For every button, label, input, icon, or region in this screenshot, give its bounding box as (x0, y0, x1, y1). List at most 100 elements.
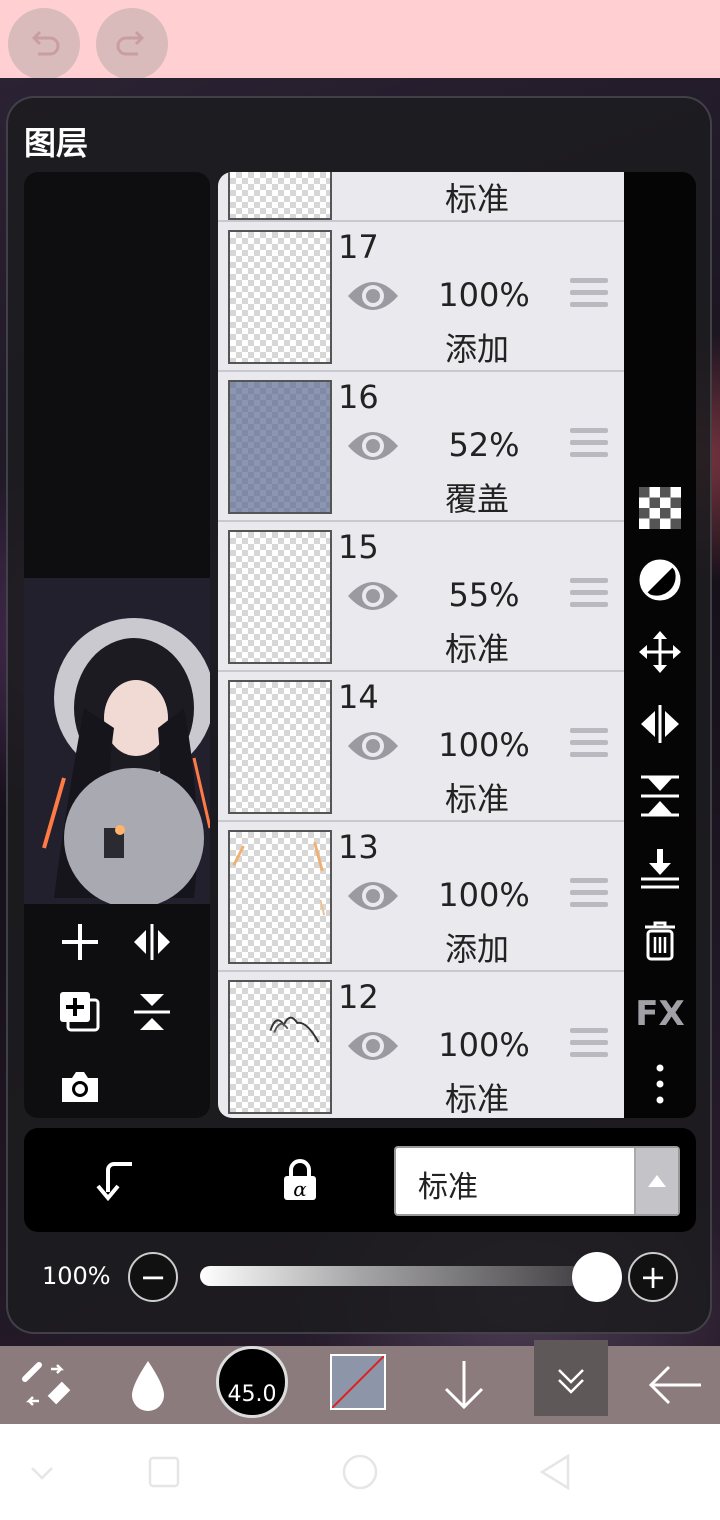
color-swatch-icon (331, 1355, 385, 1409)
layer-number: 12 (338, 978, 379, 1016)
more-vertical-icon (656, 1064, 664, 1104)
layer-row[interactable]: 13 100% 添加 (218, 822, 624, 972)
opacity-decrease-button[interactable]: − (128, 1252, 178, 1302)
canvas-preview[interactable] (24, 578, 210, 904)
layer-row[interactable]: 12 100% 标准 (218, 972, 624, 1118)
flip-vertical-icon (641, 775, 679, 817)
fx-button[interactable]: FX (634, 988, 686, 1040)
layer-row[interactable]: 标准 (218, 172, 624, 222)
eye-icon[interactable] (346, 574, 400, 618)
nav-back-icon[interactable] (536, 1452, 576, 1492)
layer-opacity: 100% (438, 876, 530, 914)
plus-icon: + (639, 1258, 667, 1296)
drag-handle-icon[interactable] (570, 578, 608, 614)
layer-left-tools (24, 904, 210, 1118)
back-button[interactable] (640, 1346, 710, 1424)
nav-collapse-icon[interactable] (22, 1452, 62, 1492)
drag-handle-icon[interactable] (570, 278, 608, 314)
opacity-increase-button[interactable]: + (628, 1252, 678, 1302)
merge-down-button[interactable] (634, 842, 686, 894)
camera-icon (62, 1072, 98, 1102)
layer-blend-mode: 标准 (444, 180, 509, 218)
layer-opacity: 52% (448, 426, 520, 464)
layer-number: 16 (338, 378, 379, 416)
clip-to-layer-button[interactable] (88, 1152, 144, 1208)
blend-mode-value: 标准 (418, 1170, 478, 1205)
layer-opacity: 100% (438, 1026, 530, 1064)
arrow-left-icon (648, 1365, 701, 1405)
nav-recents-icon[interactable] (144, 1452, 184, 1492)
brush-eraser-toggle[interactable] (10, 1346, 80, 1424)
eye-icon[interactable] (346, 424, 400, 468)
drag-handle-icon[interactable] (570, 878, 608, 914)
duplicate-icon (60, 992, 100, 1032)
layer-blend-mode: 添加 (444, 930, 509, 968)
layer-thumbnail (228, 980, 332, 1114)
drag-handle-icon[interactable] (570, 728, 608, 764)
color-picker-button[interactable] (118, 1346, 178, 1424)
alpha-lock-icon: α (284, 1159, 316, 1201)
transparency-button[interactable] (634, 482, 686, 534)
panel-title: 图层 (24, 124, 89, 162)
add-layer-button[interactable] (52, 914, 108, 970)
duplicate-layer-button[interactable] (52, 984, 108, 1040)
expand-panel-button[interactable] (534, 1340, 608, 1416)
undo-button[interactable] (8, 8, 80, 80)
primary-color-swatch[interactable] (330, 1354, 386, 1410)
dropdown-arrow-icon[interactable] (634, 1148, 678, 1214)
layer-thumbnail (228, 680, 332, 814)
fx-label: FX (635, 994, 685, 1034)
arrow-down-icon (444, 1361, 484, 1410)
layer-row[interactable]: 16 52% 覆盖 (218, 372, 624, 522)
svg-text:α: α (293, 1177, 307, 1201)
move-layer-button[interactable] (634, 626, 686, 678)
layer-list[interactable]: 标准 17 100% 添加 16 52% 覆盖 15 55% 标准 14 100… (218, 172, 624, 1118)
layer-row[interactable]: 15 55% 标准 (218, 522, 624, 672)
layer-thumbnail (228, 380, 332, 514)
brush-size-value: 45.0 (227, 1382, 277, 1407)
eye-icon[interactable] (346, 1024, 400, 1068)
eye-icon[interactable] (346, 874, 400, 918)
alpha-lock-button[interactable]: α (272, 1152, 328, 1208)
plus-icon (62, 924, 98, 960)
camera-button[interactable] (52, 1058, 108, 1114)
layer-number: 13 (338, 828, 379, 866)
flip-vertical-button[interactable] (124, 984, 180, 1040)
flip-layer-vertical-button[interactable] (634, 770, 686, 822)
delete-layer-button[interactable] (634, 914, 686, 966)
undo-icon (31, 30, 60, 56)
minus-icon: − (139, 1258, 167, 1296)
nav-home-icon[interactable] (340, 1452, 380, 1492)
brush-size-button[interactable]: 45.0 (216, 1346, 288, 1418)
layer-thumbnail (228, 230, 332, 364)
flip-layer-horizontal-button[interactable] (634, 698, 686, 750)
stroke-preview (232, 841, 326, 916)
opacity-slider-thumb[interactable] (572, 1252, 622, 1302)
clip-arrow-icon (96, 1162, 132, 1202)
opacity-slider-track[interactable] (200, 1266, 600, 1286)
trash-icon (645, 921, 675, 961)
layer-blend-mode: 覆盖 (444, 480, 509, 518)
layer-row[interactable]: 14 100% 标准 (218, 672, 624, 822)
droplet-icon (132, 1361, 164, 1411)
eye-icon[interactable] (346, 274, 400, 318)
artwork-thumbnail (24, 578, 210, 904)
layer-row[interactable]: 17 100% 添加 (218, 222, 624, 372)
move-icon (639, 631, 681, 673)
flip-vertical-icon (134, 994, 170, 1030)
layer-blend-mode: 标准 (444, 780, 509, 818)
eye-icon[interactable] (346, 724, 400, 768)
layer-opacity: 100% (438, 726, 530, 764)
layer-down-button[interactable] (432, 1346, 496, 1424)
layer-thumbnail (228, 830, 332, 964)
clipping-button[interactable] (634, 554, 686, 606)
opacity-label: 100% (42, 1262, 111, 1290)
redo-button[interactable] (96, 8, 168, 80)
drag-handle-icon[interactable] (570, 428, 608, 464)
more-options-button[interactable] (634, 1058, 686, 1110)
chevron-double-down-icon (558, 1369, 584, 1394)
blend-mode-select[interactable]: 标准 (394, 1146, 680, 1216)
redo-icon (116, 30, 145, 56)
drag-handle-icon[interactable] (570, 1028, 608, 1064)
flip-horizontal-button[interactable] (124, 914, 180, 970)
